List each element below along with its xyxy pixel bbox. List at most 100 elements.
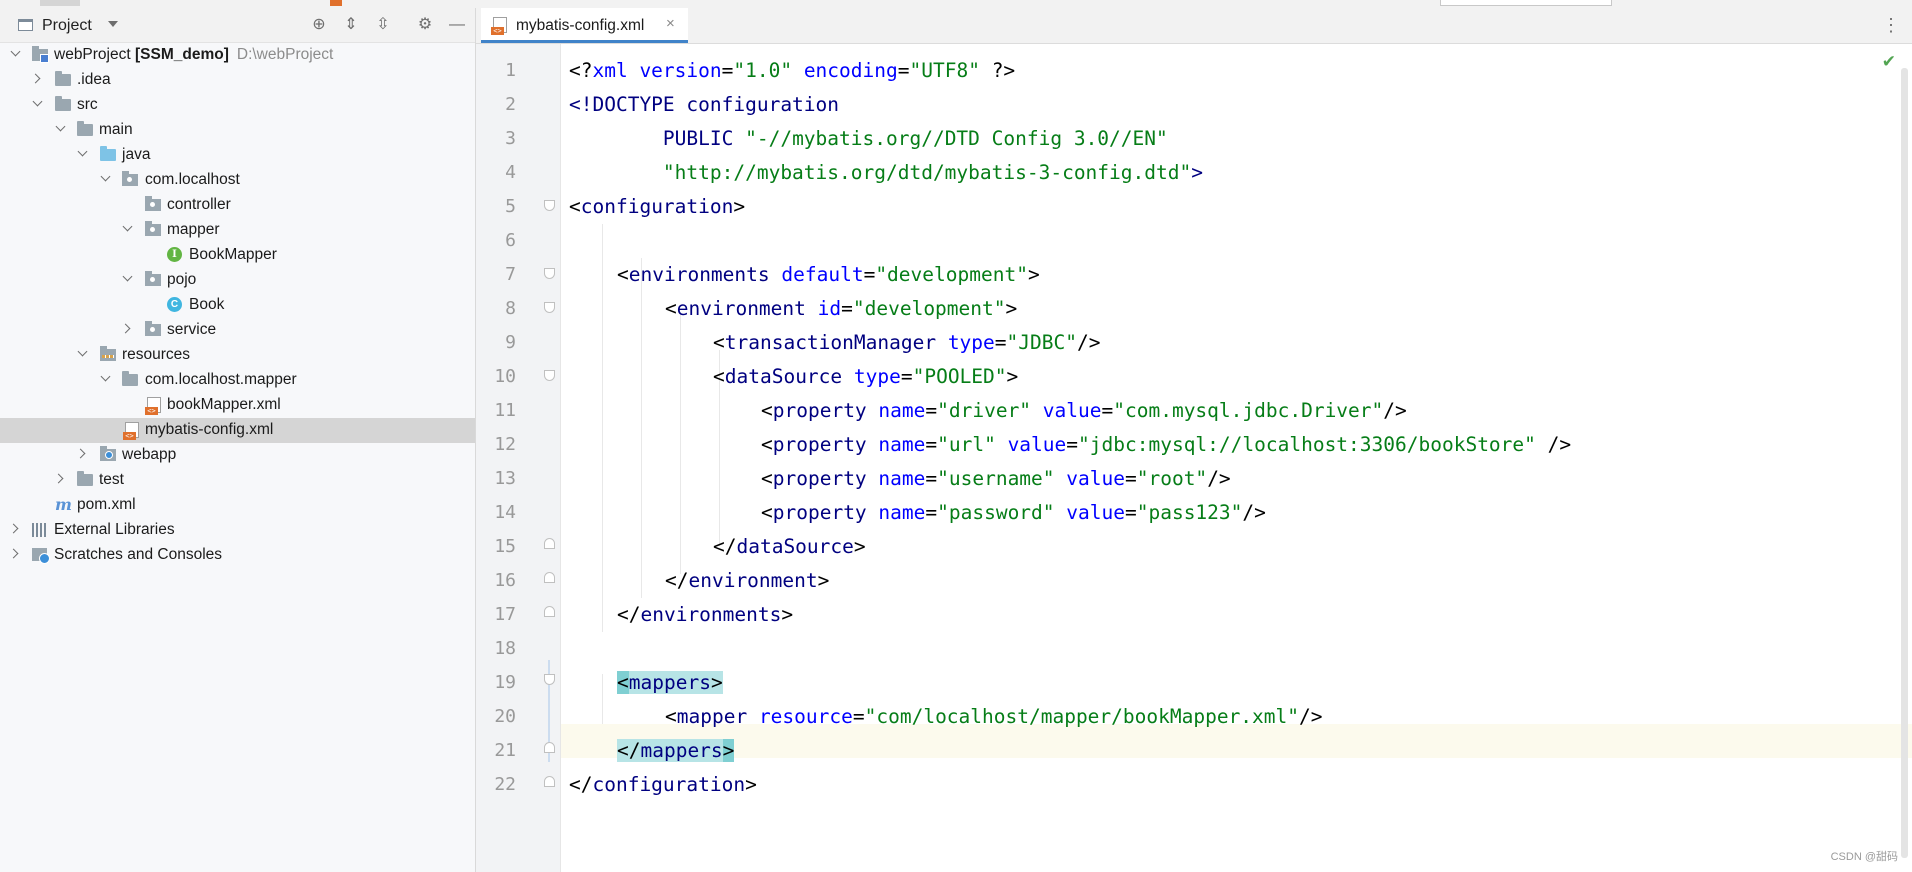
line-number: 22 <box>494 774 516 795</box>
chevron-down-icon[interactable] <box>100 371 111 382</box>
tree-item-test[interactable]: test <box>0 468 475 493</box>
tree-item-java[interactable]: java <box>0 143 475 168</box>
chevron-right-icon[interactable] <box>53 473 64 484</box>
code-line: <environment id="development"> <box>665 297 1018 320</box>
fold-marker-icon[interactable] <box>544 200 555 211</box>
chevron-down-icon[interactable] <box>32 96 43 107</box>
tree-item-scratches[interactable]: Scratches and Consoles <box>0 543 475 568</box>
chevron-down-icon[interactable] <box>10 46 21 57</box>
line-number: 14 <box>494 502 516 523</box>
tree-item-label: resources <box>122 346 191 363</box>
tree-item-label: Scratches and Consoles <box>54 546 223 563</box>
line-number: 17 <box>494 604 516 625</box>
code-line: <mappers> <box>617 671 723 694</box>
tree-item-label: pom.xml <box>77 496 136 513</box>
fold-marker-icon[interactable] <box>544 302 555 313</box>
tree-item-external-libraries[interactable]: External Libraries <box>0 518 475 543</box>
tree-item-label: src <box>77 96 98 113</box>
tree-item-pom-xml[interactable]: m pom.xml <box>0 493 475 518</box>
expand-all-icon[interactable]: ⇕ <box>342 16 360 34</box>
code-line: "http://mybatis.org/dtd/mybatis-3-config… <box>662 161 1203 184</box>
tree-item-label: .idea <box>77 71 111 88</box>
code-line: <property name="username" value="root"/> <box>761 467 1231 490</box>
tree-item-service[interactable]: service <box>0 318 475 343</box>
search-box-fragment[interactable] <box>1440 0 1612 6</box>
vertical-scrollbar[interactable] <box>1901 68 1908 858</box>
close-icon[interactable]: × <box>666 15 675 32</box>
library-icon <box>32 523 48 537</box>
tab-mybatis-config-xml[interactable]: mybatis-config.xml × <box>481 8 688 43</box>
line-number: 3 <box>505 128 516 149</box>
fold-marker-icon[interactable] <box>544 268 555 279</box>
chevron-down-icon[interactable] <box>122 271 133 282</box>
code-line: PUBLIC "-//mybatis.org//DTD Config 3.0//… <box>569 127 1168 150</box>
collapse-all-icon[interactable]: ⇳ <box>374 16 392 34</box>
chevron-right-icon[interactable] <box>8 548 19 559</box>
gear-icon[interactable]: ⚙ <box>416 16 434 34</box>
code-line: <property name="url" value="jdbc:mysql:/… <box>761 433 1572 456</box>
project-path: D:\webProject <box>236 46 334 63</box>
line-number: 7 <box>505 264 516 285</box>
fold-marker-icon[interactable] <box>544 370 555 381</box>
project-panel-title[interactable]: Project <box>42 17 92 35</box>
chevron-down-icon[interactable] <box>77 146 88 157</box>
code-line: </environments> <box>617 603 794 626</box>
code-line: </mappers> <box>617 739 735 762</box>
tree-item-com-localhost-mapper[interactable]: com.localhost.mapper <box>0 368 475 393</box>
package-icon <box>145 271 161 286</box>
project-view-icon <box>18 19 33 31</box>
chevron-right-icon[interactable] <box>8 523 19 534</box>
line-number: 19 <box>494 672 516 693</box>
locate-icon[interactable]: ⊕ <box>310 16 328 34</box>
tree-item-bookmapper[interactable]: I BookMapper <box>0 243 475 268</box>
fold-marker-icon[interactable] <box>544 538 555 549</box>
line-number: 20 <box>494 706 516 727</box>
tree-item-mybatis-config-xml[interactable]: mybatis-config.xml <box>0 418 475 443</box>
file-icon-fragment <box>330 0 342 6</box>
fold-marker-icon[interactable] <box>544 674 555 685</box>
line-number: 11 <box>494 400 516 421</box>
tree-item-label: controller <box>167 196 231 213</box>
tree-item-src[interactable]: src <box>0 93 475 118</box>
tree-item-label: service <box>167 321 217 338</box>
tree-item-bookmapper-xml[interactable]: bookMapper.xml <box>0 393 475 418</box>
indent-guide <box>680 314 681 574</box>
tree-item-book[interactable]: C Book <box>0 293 475 318</box>
tree-item-com-localhost[interactable]: com.localhost <box>0 168 475 193</box>
tree-item-controller[interactable]: controller <box>0 193 475 218</box>
tree-item-resources[interactable]: resources <box>0 343 475 368</box>
more-options-icon[interactable]: ⋮ <box>1882 16 1900 34</box>
chevron-right-icon[interactable] <box>75 448 86 459</box>
tree-item-webapp[interactable]: webapp <box>0 443 475 468</box>
fold-marker-icon[interactable] <box>544 606 555 617</box>
folder-icon <box>122 371 138 386</box>
code-line: <!DOCTYPE configuration <box>569 93 840 116</box>
tree-item-pojo[interactable]: pojo <box>0 268 475 293</box>
code-line: <transactionManager type="JDBC"/> <box>713 331 1101 354</box>
tree-item-mapper[interactable]: mapper <box>0 218 475 243</box>
fold-marker-icon[interactable] <box>544 742 555 753</box>
tree-item-main[interactable]: main <box>0 118 475 143</box>
package-icon <box>145 196 161 211</box>
chevron-down-icon[interactable] <box>122 221 133 232</box>
project-panel-header: Project ⊕ ⇕ ⇳ ⚙ — <box>0 8 475 43</box>
fold-marker-icon[interactable] <box>544 572 555 583</box>
code-line: </dataSource> <box>713 535 866 558</box>
tree-item-idea[interactable]: .idea <box>0 68 475 93</box>
chevron-down-icon[interactable] <box>55 121 66 132</box>
source-folder-icon <box>100 146 116 161</box>
line-number: 21 <box>494 740 516 761</box>
chevron-right-icon[interactable] <box>30 73 41 84</box>
chevron-down-icon[interactable] <box>77 346 88 357</box>
editor-tab-bar: mybatis-config.xml × ⋮ <box>476 8 1912 44</box>
chevron-right-icon[interactable] <box>120 323 131 334</box>
code-line: <dataSource type="POOLED"> <box>713 365 1019 388</box>
chevron-down-icon[interactable] <box>100 171 111 182</box>
inspection-ok-icon[interactable]: ✔ <box>1882 52 1896 72</box>
fold-marker-icon[interactable] <box>544 776 555 787</box>
tree-item-webproject[interactable]: webProject [SSM_demo] D:\webProject <box>0 43 475 68</box>
code-line: <mapper resource="com/localhost/mapper/b… <box>665 705 1323 728</box>
minimize-icon[interactable]: — <box>448 16 466 34</box>
project-folder-icon <box>32 46 49 63</box>
view-dropdown-icon[interactable] <box>108 21 118 27</box>
